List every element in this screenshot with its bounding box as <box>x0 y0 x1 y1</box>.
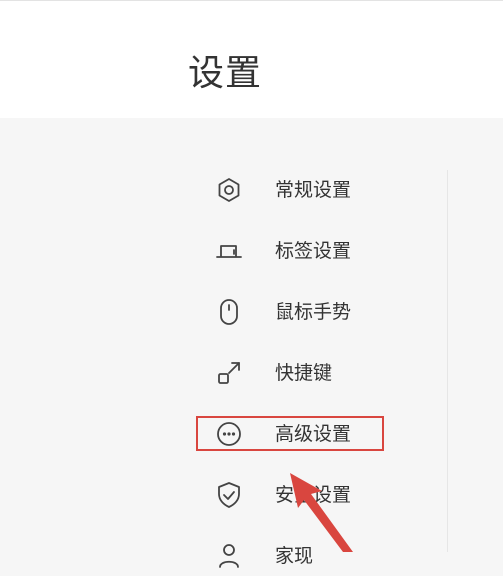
mouse-icon <box>214 297 244 327</box>
menu-item-label: 常规设置 <box>275 179 352 201</box>
menu-item-tab-settings[interactable]: 标签设置 <box>200 231 384 271</box>
hexagon-settings-icon <box>214 175 244 205</box>
menu-item-label: 标签设置 <box>275 240 352 262</box>
shield-check-icon <box>214 480 244 510</box>
menu-item-shortcuts[interactable]: 快捷键 <box>200 353 384 393</box>
tab-icon <box>214 236 244 266</box>
settings-header: 设置 <box>0 1 503 118</box>
highlight-box <box>196 416 384 451</box>
side-divider <box>447 170 448 552</box>
annotation-arrow <box>290 473 353 552</box>
page-title: 设置 <box>188 53 263 94</box>
menu-item-label: 鼠标手势 <box>275 301 352 323</box>
menu-item-general-settings[interactable]: 常规设置 <box>200 170 384 210</box>
menu-item-mouse-gestures[interactable]: 鼠标手势 <box>200 292 384 332</box>
user-icon <box>214 541 244 571</box>
shortcut-arrow-icon <box>214 358 244 388</box>
menu-item-label: 快捷键 <box>275 362 333 384</box>
